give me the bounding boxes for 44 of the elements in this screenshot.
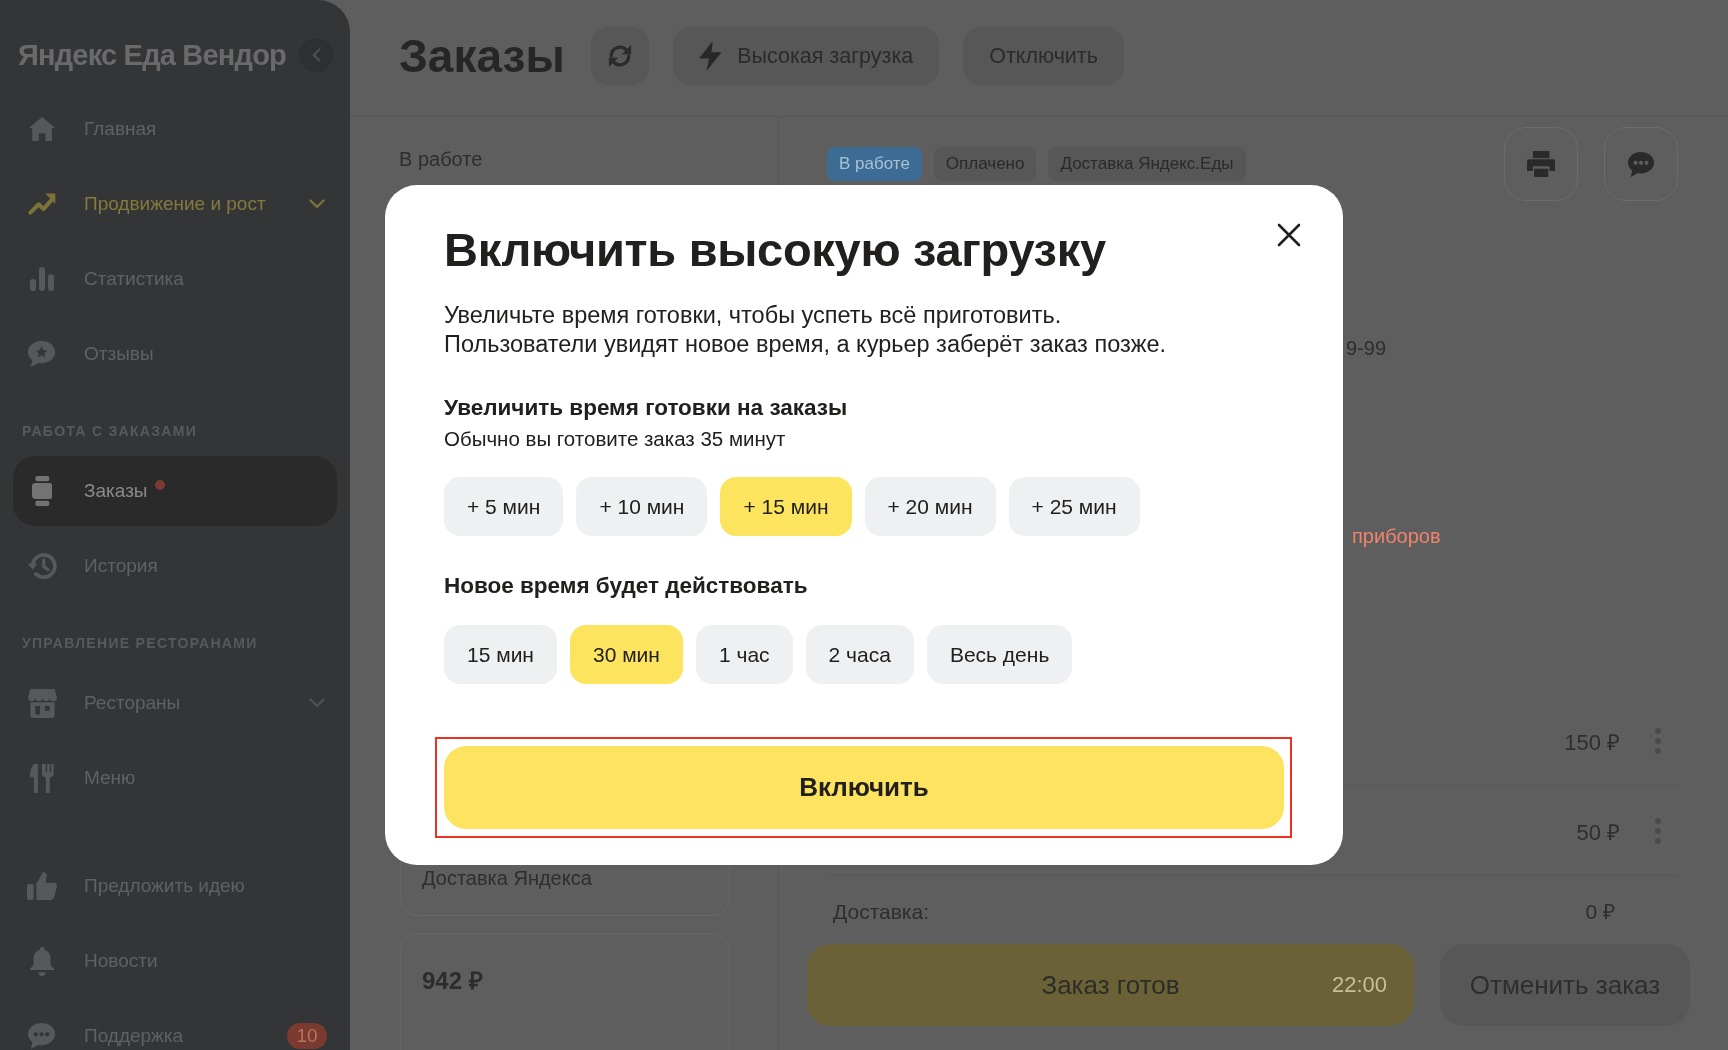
lightning-icon (698, 41, 722, 71)
history-icon (27, 553, 57, 579)
chat-button[interactable] (1604, 127, 1678, 201)
option-chip[interactable]: Весь день (926, 625, 1073, 684)
option-chip[interactable]: + 20 мин (864, 477, 996, 536)
option-group-title: Увеличить время готовки на заказы (444, 394, 849, 422)
print-button[interactable] (1504, 127, 1578, 201)
fork-knife-icon (30, 763, 54, 793)
notification-count: 10 (287, 1023, 327, 1049)
description-text: Пользователи увидят новое время, а курьер заберёт заказ позже. (444, 330, 1168, 359)
close-button[interactable] (1277, 223, 1301, 247)
chevron-left-icon (311, 48, 321, 62)
option-chip[interactable]: 2 часа (805, 625, 914, 684)
printer-icon (1526, 151, 1556, 177)
home-icon (28, 117, 56, 141)
thumbs-up-icon (27, 872, 57, 900)
chat-icon (1627, 151, 1655, 177)
option-chip[interactable]: + 10 мин (576, 477, 708, 536)
modal-title: Включить высокую загрузку (444, 224, 1107, 276)
bell-icon (29, 946, 55, 976)
nav-item[interactable]: Продвижение и рост (13, 169, 337, 239)
option-chip[interactable]: + 15 мин (720, 477, 852, 536)
option-chip[interactable]: + 5 мин (444, 477, 564, 536)
device-icon (31, 476, 53, 506)
page-title: Заказы (399, 29, 565, 83)
refresh-button[interactable] (590, 27, 649, 85)
trend-arrow-icon (27, 193, 57, 215)
star-chat-icon (28, 341, 56, 367)
ready-button[interactable]: Заказ готов 22:00 (807, 944, 1414, 1026)
option-chip[interactable]: 1 час (695, 625, 793, 684)
status-tag: В работе (827, 147, 922, 181)
enable-button[interactable]: Включить (444, 746, 1284, 829)
store-icon (27, 688, 57, 718)
option-group-title: Новое время будет действовать (444, 572, 809, 600)
nav-item[interactable]: Заказы (13, 456, 337, 526)
note-text: приборов (1352, 524, 1442, 548)
collapse-button[interactable] (299, 38, 333, 72)
option-chip[interactable]: + 25 мин (1008, 477, 1140, 536)
option-chip[interactable]: 30 мин (569, 625, 683, 684)
hint-text: Обычно вы готовите заказ 35 минут (444, 427, 787, 451)
close-icon (1277, 223, 1301, 247)
bar-chart-icon (30, 267, 54, 291)
description-text: Увеличьте время готовки, чтобы успеть всё приготовить. (444, 301, 1063, 330)
option-chip[interactable]: 15 мин (444, 625, 557, 684)
